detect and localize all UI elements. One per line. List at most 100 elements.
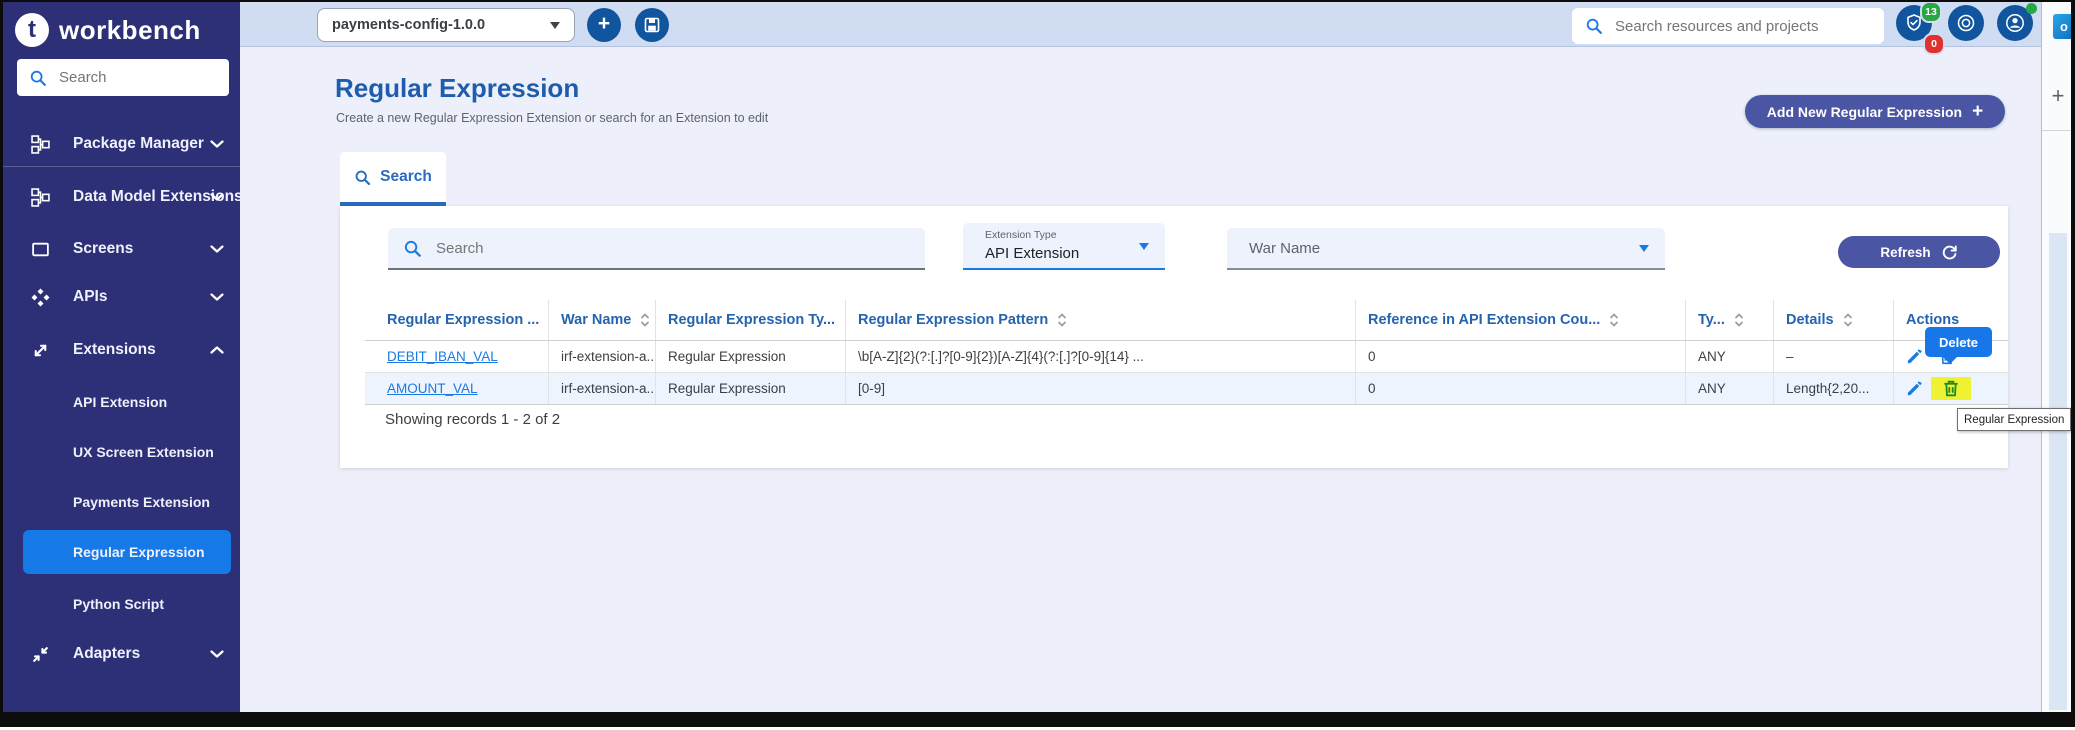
help-button[interactable] xyxy=(1948,5,1984,41)
row-name-link[interactable]: DEBIT_IBAN_VAL xyxy=(387,349,498,364)
chevron-down-icon xyxy=(210,293,224,301)
sidebar-item-package-manager[interactable]: Package Manager xyxy=(3,124,240,164)
hover-tooltip: Regular Expression xyxy=(1957,408,2072,431)
sidebar-item-screens[interactable]: Screens xyxy=(3,229,240,269)
refresh-icon xyxy=(1941,244,1958,261)
row-war-name: irf-extension-a... xyxy=(561,381,655,396)
sidebar-search-input[interactable] xyxy=(17,59,229,96)
sidebar-item-ux-screen-extension[interactable]: UX Screen Extension xyxy=(3,433,240,471)
sidebar-subitem-label: Payments Extension xyxy=(73,494,210,510)
row-pattern: \b[A-Z]{2}(?:[.]?[0-9]{2})[A-Z]{4}(?:[.]… xyxy=(858,349,1144,364)
refresh-button[interactable]: Refresh xyxy=(1838,236,2000,268)
search-icon xyxy=(354,169,371,186)
sidebar-item-adapters[interactable]: Adapters xyxy=(3,634,240,674)
main-content: Regular Expression Create a new Regular … xyxy=(240,47,2041,712)
sidebar-search-field[interactable] xyxy=(57,68,211,87)
edit-pencil-icon[interactable] xyxy=(1906,348,1923,365)
sidebar-item-label: Extensions xyxy=(73,341,156,358)
sidebar-item-extensions[interactable]: Extensions xyxy=(3,330,240,370)
table-row: AMOUNT_VAL irf-extension-a... Regular Ex… xyxy=(365,373,2008,405)
sidebar-item-regular-expression-active[interactable]: Regular Expression xyxy=(23,530,231,574)
delete-tooltip: Delete xyxy=(1925,327,1992,364)
window-border xyxy=(2071,0,2075,712)
plus-icon: + xyxy=(597,12,611,35)
column-label: Regular Expression Ty... xyxy=(668,312,836,328)
column-header-reference-count[interactable]: Reference in API Extension Cou... xyxy=(1355,300,1685,340)
extension-type-label: Extension Type xyxy=(985,229,1057,241)
sidebar-subitem-label: Python Script xyxy=(73,596,165,612)
new-tab-plus-button[interactable]: + xyxy=(2046,83,2070,108)
row-name-link[interactable]: AMOUNT_VAL xyxy=(387,381,478,396)
adapter-arrows-icon xyxy=(30,644,50,664)
chevron-up-icon xyxy=(210,346,224,354)
floppy-disk-icon xyxy=(644,17,660,33)
table-search-field[interactable] xyxy=(434,238,878,258)
chevron-down-icon xyxy=(1139,242,1149,250)
column-header-regular-expression-type[interactable]: Regular Expression Ty... xyxy=(655,300,845,340)
row-details: – xyxy=(1786,349,1794,364)
right-edge-scrollbar[interactable] xyxy=(2049,233,2067,710)
sidebar-item-label: APIs xyxy=(73,288,108,305)
page-title: Regular Expression xyxy=(335,73,580,103)
extension-type-select[interactable]: Extension Type API Extension xyxy=(963,223,1165,270)
column-header-details[interactable]: Details xyxy=(1773,300,1893,340)
row-details: Length{2,20... xyxy=(1786,381,1870,396)
global-search-input[interactable] xyxy=(1572,8,1884,44)
global-search-field[interactable] xyxy=(1613,16,1867,36)
sidebar-item-api-extension[interactable]: API Extension xyxy=(3,383,240,421)
column-header-pattern[interactable]: Regular Expression Pattern xyxy=(845,300,1355,340)
sort-icon[interactable] xyxy=(1843,312,1853,328)
column-label: Reference in API Extension Cou... xyxy=(1368,312,1601,328)
add-project-button[interactable]: + xyxy=(587,8,621,42)
sidebar-item-label: Screens xyxy=(73,240,134,257)
window-border xyxy=(0,0,3,712)
column-header-war-name[interactable]: War Name xyxy=(548,300,655,340)
sort-icon[interactable] xyxy=(1057,312,1067,328)
sidebar-item-payments-extension[interactable]: Payments Extension xyxy=(3,483,240,521)
page-subtitle: Create a new Regular Expression Extensio… xyxy=(336,111,769,125)
brand-name: workbench xyxy=(59,14,201,45)
record-count-text: Showing records 1 - 2 of 2 xyxy=(385,411,561,428)
war-name-select[interactable]: War Name xyxy=(1227,228,1665,270)
refresh-label: Refresh xyxy=(1880,244,1931,260)
chevron-down-icon xyxy=(1639,245,1649,252)
row-reference-count: 0 xyxy=(1368,349,1376,364)
column-label: Regular Expression ... xyxy=(387,312,540,328)
sidebar-subitem-label: Regular Expression xyxy=(73,544,205,560)
search-panel: Extension Type API Extension War Name Re… xyxy=(340,206,2008,468)
search-icon xyxy=(29,69,47,87)
regular-expression-table: Regular Expression ... War Name Regular … xyxy=(365,300,2008,405)
right-edge-divider xyxy=(2042,130,2071,131)
add-new-regular-expression-button[interactable]: Add New Regular Expression + xyxy=(1745,95,2005,128)
sidebar-divider xyxy=(3,166,240,167)
sort-icon[interactable] xyxy=(640,312,650,328)
sidebar-item-python-script[interactable]: Python Script xyxy=(3,585,240,623)
app-window: t workbench Package Manager Data Model E… xyxy=(0,0,2075,730)
table-search-input[interactable] xyxy=(388,228,925,270)
plus-icon: + xyxy=(1972,100,1984,122)
tab-label: Search xyxy=(380,168,432,185)
save-button[interactable] xyxy=(635,8,669,42)
window-border xyxy=(0,0,2075,2)
edit-pencil-icon[interactable] xyxy=(1906,380,1923,397)
column-label: Actions xyxy=(1906,312,1960,328)
row-type: Regular Expression xyxy=(668,381,786,396)
hierarchy-icon xyxy=(30,134,50,154)
sort-icon[interactable] xyxy=(1734,312,1744,328)
project-selector-value: payments-config-1.0.0 xyxy=(332,17,486,33)
chevron-down-icon xyxy=(210,245,224,253)
hierarchy-icon xyxy=(30,187,50,207)
highlighted-delete-trash-icon[interactable] xyxy=(1931,377,1971,400)
sort-icon[interactable] xyxy=(1609,312,1619,328)
apis-icon xyxy=(30,287,50,307)
topbar: payments-config-1.0.0 + 13 0 xyxy=(240,1,2041,55)
column-header-regular-expression[interactable]: Regular Expression ... xyxy=(365,300,548,340)
column-header-type[interactable]: Ty... xyxy=(1685,300,1773,340)
project-selector[interactable]: payments-config-1.0.0 xyxy=(317,8,575,42)
sidebar-item-data-model-extensions[interactable]: Data Model Extensions xyxy=(3,177,243,217)
notification-badge-red: 0 xyxy=(1923,33,1945,55)
row-pattern: [0-9] xyxy=(858,381,886,396)
column-label: Ty... xyxy=(1698,312,1725,328)
tab-search[interactable]: Search xyxy=(340,152,446,206)
sidebar-item-apis[interactable]: APIs xyxy=(3,277,240,317)
